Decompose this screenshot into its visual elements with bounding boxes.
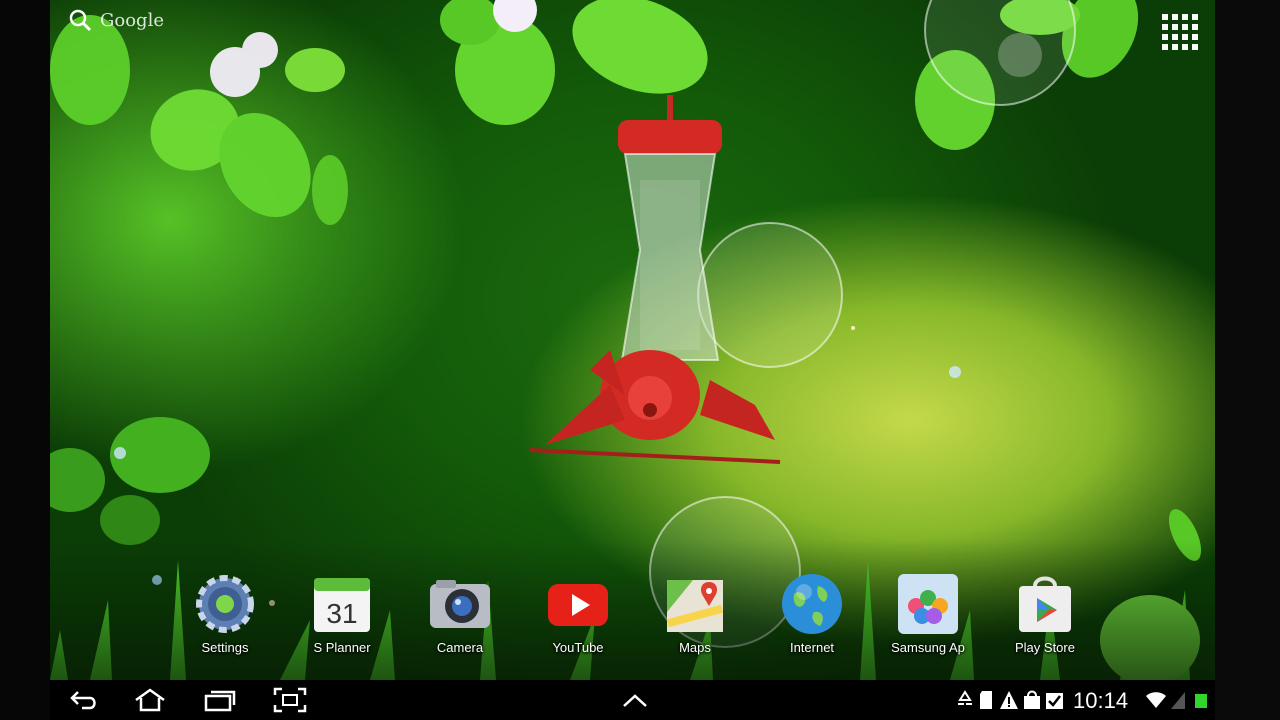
app-label-camera: Camera — [436, 640, 484, 655]
google-search-bar[interactable]: Google — [68, 8, 164, 32]
home-icon — [135, 688, 165, 712]
app-settings[interactable]: Settings — [170, 572, 280, 655]
sd-card-icon — [980, 691, 992, 709]
system-bar: 10:14 — [50, 680, 1215, 720]
mini-apps-tray-button[interactable] — [615, 684, 655, 716]
app-label-maps: Maps — [679, 640, 711, 655]
status-clock: 10:14 — [1073, 688, 1129, 713]
leaves-top-center — [440, 0, 708, 125]
app-label-settings: Settings — [201, 640, 249, 655]
search-icon — [69, 9, 92, 32]
maps-pin-icon — [663, 572, 727, 636]
tablet-screen: Google Settings 31 S Planner Camera YouT… — [0, 0, 1280, 720]
bubbles — [649, 0, 1076, 648]
app-label-youtube: YouTube — [552, 640, 604, 655]
checkbox-icon — [1046, 693, 1063, 709]
app-dock: Settings 31 S Planner Camera YouTube Map… — [50, 560, 1215, 680]
recent-apps-button[interactable] — [200, 684, 240, 716]
battery-icon — [1195, 694, 1207, 708]
recent-apps-icon — [204, 690, 236, 712]
live-wallpaper: Google Settings 31 S Planner Camera YouT… — [50, 0, 1215, 680]
screenshot-button[interactable] — [270, 684, 310, 716]
leaves-left-middle — [50, 417, 210, 545]
app-label-play-store: Play Store — [1015, 640, 1075, 655]
home-button[interactable] — [130, 684, 170, 716]
samsung-apps-icon — [896, 572, 960, 636]
app-internet[interactable]: Internet — [757, 572, 867, 655]
wifi-icon — [1146, 692, 1166, 708]
signal-icon — [1171, 692, 1185, 709]
app-s-planner[interactable]: 31 S Planner — [287, 572, 397, 655]
back-button[interactable] — [66, 684, 102, 716]
app-maps[interactable]: Maps — [640, 572, 750, 655]
youtube-play-icon — [546, 572, 610, 636]
right-bezel — [1215, 0, 1280, 720]
app-youtube[interactable]: YouTube — [523, 572, 633, 655]
chevron-up-icon — [623, 694, 647, 707]
globe-icon — [780, 572, 844, 636]
warning-icon — [1000, 691, 1018, 709]
apps-grid-icon — [1162, 14, 1198, 50]
app-play-store[interactable]: Play Store — [990, 572, 1100, 655]
screenshot-capture-icon — [273, 687, 307, 713]
apps-grid-button[interactable] — [1160, 12, 1200, 52]
google-search-label: Google — [100, 9, 164, 31]
app-label-s-planner: S Planner — [313, 640, 371, 655]
calendar-icon: 31 — [310, 572, 374, 636]
leaves-top-left — [50, 15, 348, 225]
shopping-bag-icon — [1024, 690, 1040, 709]
left-bezel — [0, 0, 50, 720]
calendar-badge: 31 — [326, 598, 357, 629]
app-samsung-apps[interactable]: Samsung Ap — [873, 572, 983, 655]
play-store-bag-icon — [1013, 572, 1077, 636]
app-label-samsung-apps: Samsung Ap — [891, 640, 965, 655]
app-label-internet: Internet — [789, 640, 835, 655]
recycle-icon — [958, 690, 972, 705]
back-icon — [70, 691, 96, 710]
app-camera[interactable]: Camera — [405, 572, 515, 655]
settings-gear-icon — [193, 572, 257, 636]
camera-icon — [428, 572, 492, 636]
